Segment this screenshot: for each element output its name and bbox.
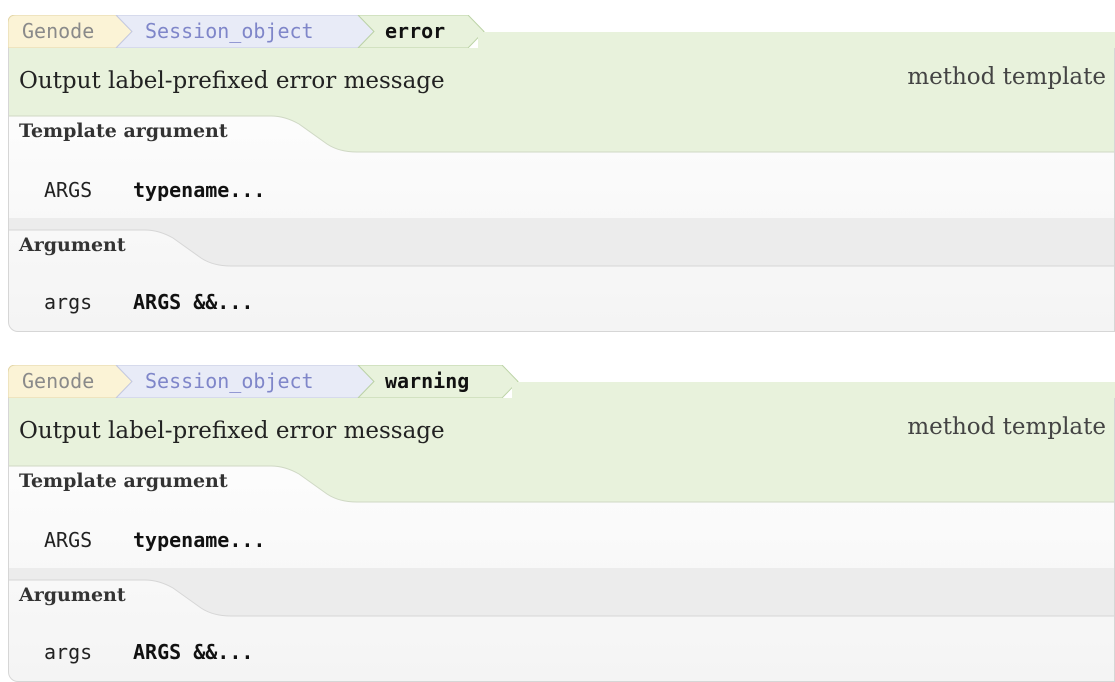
method-header: Output label-prefixed error message meth… [9,398,1114,454]
method-header: Output label-prefixed error message meth… [9,48,1114,104]
param-type: ARGS &&... [133,640,254,664]
section-label: Template argument [19,120,228,142]
breadcrumb-genode[interactable]: Genode [22,365,94,398]
method-card: Output label-prefixed error message meth… [8,48,1115,332]
breadcrumb-method: error [385,19,446,43]
param-name: args [44,290,93,314]
param-name: ARGS [44,178,93,202]
template-argument-heading: Template argument [9,454,1114,504]
breadcrumb: Genode Session_object warning [8,365,1115,399]
method-kind: method template [907,64,1106,90]
section-label: Argument [19,234,126,256]
template-arg-row: ARGS typename... [9,158,1114,222]
method-summary: Output label-prefixed error message [19,68,445,94]
method-card: Output label-prefixed error message meth… [8,398,1115,682]
method-entry-warning: Genode Session_object warning Output lab… [8,365,1115,682]
breadcrumb-genode[interactable]: Genode [22,15,94,48]
breadcrumb: Genode Session_object error [8,15,1115,49]
param-type: typename... [133,178,266,202]
param-name: ARGS [44,528,93,552]
argument-row: args ARGS &&... [9,270,1114,331]
section-label: Template argument [19,470,228,492]
section-tab-shape [9,218,1114,267]
argument-heading: Argument [9,218,1114,268]
param-type: typename... [133,528,266,552]
section-label: Argument [19,584,126,606]
argument-heading: Argument [9,568,1114,618]
argument-row: args ARGS &&... [9,620,1114,681]
method-kind: method template [907,414,1106,440]
param-name: args [44,640,93,664]
breadcrumb-method: warning [385,369,470,393]
section-tab-shape [9,568,1114,617]
method-summary: Output label-prefixed error message [19,418,445,444]
breadcrumb-session-object[interactable]: Session_object [145,365,314,398]
param-type: ARGS &&... [133,290,254,314]
template-argument-heading: Template argument [9,104,1114,154]
breadcrumb-session-object[interactable]: Session_object [145,15,314,48]
method-entry-error: Genode Session_object error Output label… [8,15,1115,332]
template-arg-row: ARGS typename... [9,508,1114,572]
